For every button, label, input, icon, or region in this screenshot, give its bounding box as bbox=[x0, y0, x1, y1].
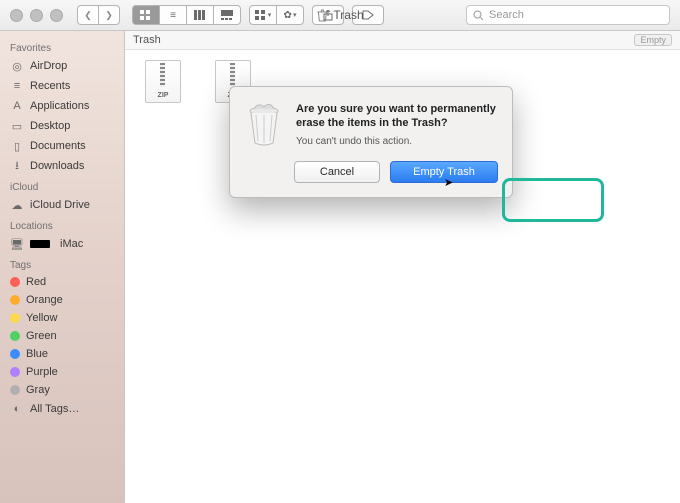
sidebar-tag-red[interactable]: Red bbox=[0, 273, 124, 291]
sidebar-item-desktop[interactable]: ▭ Desktop bbox=[0, 116, 124, 136]
columns-icon bbox=[194, 10, 206, 20]
search-icon bbox=[473, 10, 484, 21]
imac-icon: 🖥 bbox=[10, 237, 24, 251]
sidebar-item-label: Documents bbox=[30, 140, 86, 152]
tag-icon bbox=[362, 10, 374, 20]
sidebar-item-label: All Tags… bbox=[30, 403, 79, 415]
icon-view-button[interactable] bbox=[132, 5, 160, 25]
sidebar: Favorites ◎ AirDrop ≡ Recents A Application… bbox=[0, 31, 125, 503]
sidebar-tag-gray[interactable]: Gray bbox=[0, 381, 124, 399]
sidebar-tag-orange[interactable]: Orange bbox=[0, 291, 124, 309]
nav-buttons: ❮ ❯ bbox=[77, 5, 120, 25]
sidebar-tag-blue[interactable]: Blue bbox=[0, 345, 124, 363]
sidebar-header-icloud: iCloud bbox=[0, 176, 124, 195]
list-view-button[interactable]: ≡ bbox=[159, 5, 187, 25]
gallery-icon bbox=[221, 10, 233, 20]
view-mode-group: ≡ bbox=[132, 5, 241, 25]
desktop-icon: ▭ bbox=[10, 119, 24, 133]
mouse-cursor-icon: ➤ bbox=[444, 176, 453, 189]
tutorial-highlight-box bbox=[502, 178, 604, 222]
dialog-message: Are you sure you want to permanently era… bbox=[296, 103, 498, 147]
sidebar-item-label: Blue bbox=[26, 348, 48, 360]
tag-dot-icon bbox=[10, 295, 20, 305]
forward-button[interactable]: ❯ bbox=[98, 5, 120, 25]
dialog-heading: Are you sure you want to permanently era… bbox=[296, 103, 498, 131]
sidebar-tag-green[interactable]: Green bbox=[0, 327, 124, 345]
sidebar-header-locations: Locations bbox=[0, 215, 124, 234]
sidebar-item-label: Orange bbox=[26, 294, 63, 306]
sidebar-header-favorites: Favorites bbox=[0, 37, 124, 56]
finder-window: ❮ ❯ ≡ ▾ ✿▾ bbox=[0, 0, 680, 503]
dialog-backdrop: Are you sure you want to permanently era… bbox=[125, 31, 680, 503]
recents-icon: ≡ bbox=[10, 79, 24, 93]
column-view-button[interactable] bbox=[186, 5, 214, 25]
sidebar-item-label: Green bbox=[26, 330, 57, 342]
alltags-icon: ◐ bbox=[10, 402, 24, 416]
sidebar-item-label: Recents bbox=[30, 80, 70, 92]
redacted-block bbox=[30, 240, 50, 248]
gallery-view-button[interactable] bbox=[213, 5, 241, 25]
sidebar-item-label: Downloads bbox=[30, 160, 84, 172]
sidebar-item-label: Purple bbox=[26, 366, 58, 378]
cancel-button[interactable]: Cancel bbox=[294, 161, 380, 183]
sidebar-item-airdrop[interactable]: ◎ AirDrop bbox=[0, 56, 124, 76]
sidebar-item-documents[interactable]: ▯ Documents bbox=[0, 136, 124, 156]
documents-icon: ▯ bbox=[10, 139, 24, 153]
sidebar-item-label: iMac bbox=[60, 238, 83, 250]
close-window-button[interactable] bbox=[10, 9, 23, 22]
grid-icon bbox=[140, 10, 152, 20]
trash-bin-icon bbox=[244, 103, 284, 147]
sidebar-item-label: Gray bbox=[26, 384, 50, 396]
sidebar-item-label: Yellow bbox=[26, 312, 57, 324]
sidebar-all-tags[interactable]: ◐ All Tags… bbox=[0, 399, 124, 419]
content-area: Trash Empty ZIP ZIP bbox=[125, 31, 680, 503]
traffic-lights bbox=[0, 9, 63, 22]
back-button[interactable]: ❮ bbox=[77, 5, 98, 25]
sidebar-item-label: Red bbox=[26, 276, 46, 288]
sidebar-item-label: Desktop bbox=[30, 120, 70, 132]
action-menu-button[interactable]: ✿▾ bbox=[276, 5, 304, 25]
tag-dot-icon bbox=[10, 331, 20, 341]
tag-dot-icon bbox=[10, 277, 20, 287]
sidebar-item-label: iCloud Drive bbox=[30, 199, 90, 211]
sidebar-tag-purple[interactable]: Purple bbox=[0, 363, 124, 381]
dialog-button-row: Cancel Empty Trash ➤ bbox=[244, 161, 498, 183]
icloud-icon: ☁ bbox=[10, 198, 24, 212]
tag-dot-icon bbox=[10, 385, 20, 395]
trash-icon bbox=[316, 9, 328, 22]
window-title-text: Trash bbox=[333, 8, 363, 22]
search-placeholder: Search bbox=[489, 9, 524, 21]
apps-icon: A bbox=[10, 99, 24, 113]
arrange-group: ▾ ✿▾ bbox=[249, 5, 304, 25]
group-by-button[interactable]: ▾ bbox=[249, 5, 277, 25]
tag-dot-icon bbox=[10, 367, 20, 377]
sidebar-item-label: Applications bbox=[30, 100, 89, 112]
sidebar-header-tags: Tags bbox=[0, 254, 124, 273]
airdrop-icon: ◎ bbox=[10, 59, 24, 73]
empty-trash-button[interactable]: Empty Trash ➤ bbox=[390, 161, 498, 183]
window-title: Trash bbox=[316, 8, 363, 22]
minimize-window-button[interactable] bbox=[30, 9, 43, 22]
sidebar-item-label: AirDrop bbox=[30, 60, 67, 72]
empty-trash-dialog: Are you sure you want to permanently era… bbox=[229, 86, 513, 198]
sidebar-tag-yellow[interactable]: Yellow bbox=[0, 309, 124, 327]
zoom-window-button[interactable] bbox=[50, 9, 63, 22]
downloads-icon: ⭳ bbox=[10, 159, 24, 173]
tag-dot-icon bbox=[10, 313, 20, 323]
dialog-subtext: You can't undo this action. bbox=[296, 136, 498, 147]
sidebar-item-icloud-drive[interactable]: ☁ iCloud Drive bbox=[0, 195, 124, 215]
sidebar-item-recents[interactable]: ≡ Recents bbox=[0, 76, 124, 96]
tag-dot-icon bbox=[10, 349, 20, 359]
search-field[interactable]: Search bbox=[466, 5, 670, 25]
sidebar-item-imac[interactable]: 🖥 iMac bbox=[0, 234, 124, 254]
stack-icon bbox=[255, 10, 267, 20]
sidebar-item-applications[interactable]: A Applications bbox=[0, 96, 124, 116]
title-bar: ❮ ❯ ≡ ▾ ✿▾ bbox=[0, 0, 680, 31]
sidebar-item-downloads[interactable]: ⭳ Downloads bbox=[0, 156, 124, 176]
